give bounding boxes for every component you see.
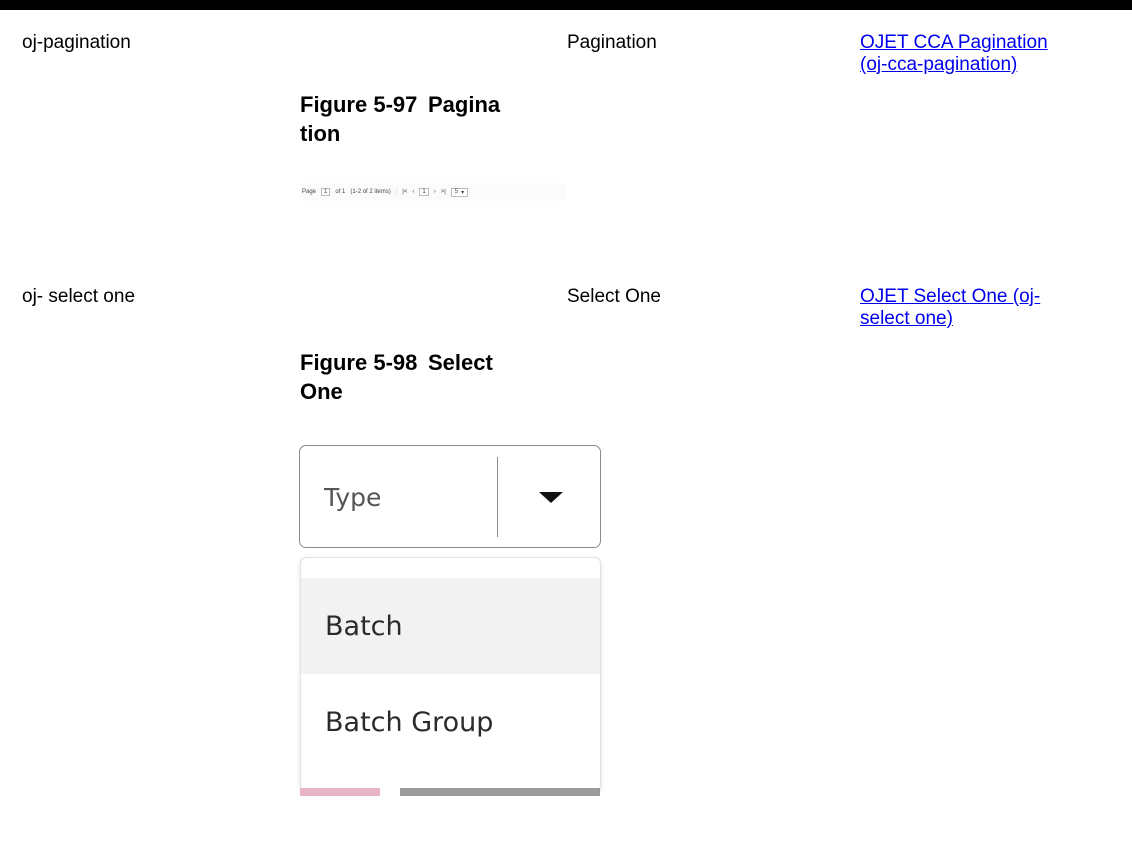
select-one-dropdown: Batch Batch Group bbox=[300, 557, 601, 791]
figure-number: Figure 5-97 bbox=[300, 92, 418, 117]
select-one-field[interactable]: Type bbox=[299, 445, 601, 548]
screenshot-edge bbox=[300, 788, 600, 796]
figure-title-part1: Select bbox=[428, 350, 493, 375]
figure-title-part2: tion bbox=[300, 121, 341, 146]
doc-link-pagination[interactable]: OJET CCA Pagination (oj-cca-pagination) bbox=[860, 32, 1048, 76]
divider bbox=[497, 457, 498, 537]
doc-link-select-one[interactable]: OJET Select One (oj- select one) bbox=[860, 286, 1040, 330]
doc-link-select-one-line2[interactable]: select one) bbox=[860, 308, 953, 329]
last-page-icon[interactable]: >| bbox=[441, 189, 446, 195]
doc-link-select-one-line1[interactable]: OJET Select One (oj- bbox=[860, 286, 1040, 307]
pagination-control: Page 1 of 1 (1-2 of 2 items) | |< ‹ 1 › … bbox=[300, 183, 566, 201]
row-component-pagination: Pagination bbox=[567, 32, 657, 53]
option-batch[interactable]: Batch bbox=[301, 578, 600, 674]
row-component-select-one: Select One bbox=[567, 286, 661, 307]
figure-title-part1: Pagina bbox=[428, 92, 501, 117]
row-name-select-one: oj- select one bbox=[22, 286, 136, 307]
doc-link-pagination-line2[interactable]: (oj-cca-pagination) bbox=[860, 54, 1017, 75]
page-input[interactable]: 1 bbox=[321, 188, 331, 196]
option-batch-group[interactable]: Batch Group bbox=[301, 674, 600, 770]
figure-caption-pagination: Figure 5-97 Pagina tion bbox=[300, 90, 500, 148]
figure-number: Figure 5-98 bbox=[300, 350, 418, 375]
next-page-icon[interactable]: › bbox=[434, 189, 436, 195]
page-size-select[interactable]: 5 ▾ bbox=[450, 187, 469, 197]
first-page-icon[interactable]: |< bbox=[402, 189, 407, 195]
figure-caption-select-one: Figure 5-98 Select One bbox=[300, 348, 493, 406]
items-range-label: (1-2 of 2 items) bbox=[350, 189, 391, 195]
top-rule bbox=[0, 0, 1132, 10]
doc-link-pagination-line1[interactable]: OJET CCA Pagination bbox=[860, 32, 1048, 53]
select-placeholder: Type bbox=[324, 483, 382, 512]
previous-page-icon[interactable]: ‹ bbox=[412, 189, 414, 195]
page-of-label: of 1 bbox=[335, 189, 346, 195]
dropdown-arrow-icon[interactable] bbox=[539, 492, 563, 503]
page-size-value: 5 bbox=[454, 188, 459, 195]
chevron-down-icon: ▾ bbox=[461, 189, 465, 196]
separator: | bbox=[395, 189, 398, 195]
row-name-pagination: oj-pagination bbox=[22, 32, 131, 53]
page-label: Page bbox=[302, 189, 317, 195]
figure-title-part2: One bbox=[300, 379, 343, 404]
current-page-button[interactable]: 1 bbox=[419, 188, 429, 196]
